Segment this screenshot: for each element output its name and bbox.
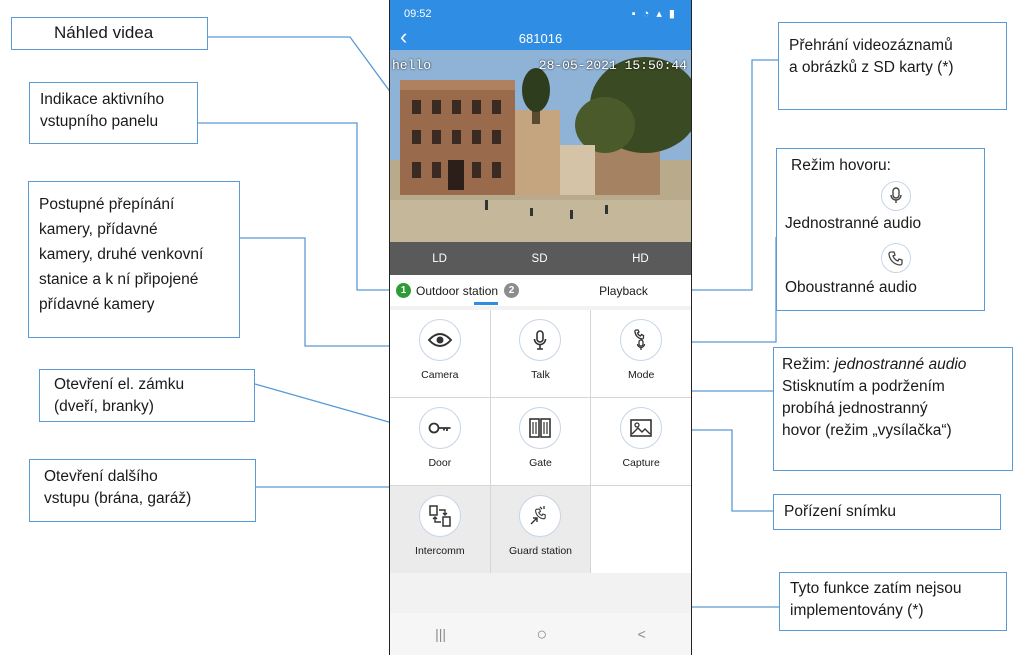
guard-icon bbox=[519, 495, 562, 537]
callout-call-mode: Režim hovoru: Jednostranné audio Oboustr… bbox=[776, 148, 985, 311]
callout-not-implemented: Tyto funkce zatím nejsou implementovány … bbox=[779, 572, 1007, 631]
intercomm-label: Intercomm bbox=[415, 545, 465, 557]
callout-text: Tyto funkce zatím nejsou bbox=[790, 580, 962, 597]
door-label: Door bbox=[428, 457, 452, 469]
talk-label: Talk bbox=[531, 369, 550, 381]
status-bar: 09:52 ▪ ◔ ▴ ▮ bbox=[390, 0, 691, 27]
capture-label: Capture bbox=[622, 457, 660, 469]
video-frame-image bbox=[390, 50, 691, 242]
callout-text: Přehrání videozáznamů bbox=[789, 37, 953, 54]
callout-text: přídavné kamery bbox=[39, 296, 155, 313]
callout-text: vstupu (brána, garáž) bbox=[44, 490, 192, 507]
guard-station-button[interactable]: Guard station bbox=[490, 486, 591, 573]
intercomm-button[interactable]: Intercomm bbox=[390, 486, 490, 573]
video-preview[interactable]: hello 28-05-2021 15:50:44 bbox=[390, 50, 691, 242]
quality-selector: LD SD HD bbox=[390, 242, 691, 275]
quality-sd-button[interactable]: SD bbox=[532, 253, 548, 265]
microphone-icon bbox=[519, 319, 562, 361]
osd-datetime: 28-05-2021 15:50:44 bbox=[538, 58, 687, 73]
station-2-badge[interactable]: 2 bbox=[504, 283, 520, 298]
callout-text: Postupné přepínání bbox=[39, 196, 175, 213]
callout-title: Režim hovoru: bbox=[791, 157, 891, 174]
callout-text: Indikace aktivního bbox=[40, 91, 165, 108]
capture-button[interactable]: Capture bbox=[591, 398, 691, 485]
one-way-icon bbox=[881, 181, 911, 211]
two-way-icon bbox=[881, 243, 911, 273]
empty-cell bbox=[591, 486, 691, 573]
android-nav-bar: ||| ○ < bbox=[390, 613, 691, 655]
tab-bar: 1 Outdoor station 2 Playback bbox=[390, 275, 691, 306]
talk-button[interactable]: Talk bbox=[490, 310, 591, 397]
callout-gate-open: Otevření dalšího vstupu (brána, garáž) bbox=[29, 459, 256, 522]
callout-text: Stisknutím a podržením bbox=[782, 378, 945, 395]
callout-text: kamery, přídavné bbox=[39, 221, 158, 238]
gate-icon bbox=[519, 407, 562, 449]
tab-outdoor-station-label: Outdoor station bbox=[416, 283, 499, 298]
callout-one-way: Jednostranné audio bbox=[785, 215, 922, 232]
quality-hd-button[interactable]: HD bbox=[632, 253, 649, 265]
callout-text: Otevření dalšího bbox=[44, 468, 158, 485]
phone-screen: 09:52 ▪ ◔ ▴ ▮ ‹ 681016 hello 28-05-2021 … bbox=[389, 0, 692, 655]
back-button[interactable]: < bbox=[638, 626, 646, 642]
callout-door-open: Otevření el. zámku (dveří, branky) bbox=[39, 369, 255, 422]
tab-active-indicator bbox=[474, 302, 498, 305]
phone-mic-icon bbox=[620, 319, 663, 361]
callout-text: jednostranné audio bbox=[834, 356, 967, 373]
callout-video-preview: Náhled videa bbox=[11, 17, 208, 50]
callout-two-way: Oboustranné audio bbox=[785, 279, 917, 296]
guard-station-label: Guard station bbox=[508, 545, 573, 557]
app-bar: ‹ 681016 bbox=[390, 25, 691, 50]
key-icon bbox=[418, 407, 461, 449]
function-grid: Camera Talk Mode Door Gate Capture Inter… bbox=[390, 310, 691, 573]
callout-text: kamery, druhé venkovní bbox=[39, 246, 204, 263]
callout-talk-title: Režim: jednostranné audio bbox=[782, 354, 1004, 376]
callout-playback: Přehrání videozáznamů a obrázků z SD kar… bbox=[778, 22, 1007, 110]
image-icon bbox=[620, 407, 663, 449]
gate-label: Gate bbox=[529, 457, 552, 469]
line-camera-switch bbox=[240, 237, 410, 347]
mode-button[interactable]: Mode bbox=[591, 310, 691, 397]
home-button[interactable]: ○ bbox=[536, 624, 547, 645]
camera-label: Camera bbox=[421, 369, 459, 381]
gate-button[interactable]: Gate bbox=[490, 398, 591, 485]
callout-active-panel: Indikace aktivního vstupního panelu bbox=[29, 82, 198, 144]
status-icons: ▪ ◔ ▴ ▮ bbox=[631, 8, 677, 20]
callout-text: probíhá jednostranný bbox=[782, 400, 928, 417]
osd-name: hello bbox=[392, 58, 432, 73]
callout-talk-mode: Režim: jednostranné audio Stisknutím a p… bbox=[773, 347, 1013, 471]
callout-text: stanice a k ní připojené bbox=[39, 271, 199, 288]
callout-text: a obrázků z SD karty (*) bbox=[789, 59, 954, 76]
mode-label: Mode bbox=[628, 369, 655, 381]
callout-text: Režim: bbox=[782, 356, 835, 373]
line-preview bbox=[208, 36, 406, 113]
door-button[interactable]: Door bbox=[390, 398, 490, 485]
recent-apps-button[interactable]: ||| bbox=[435, 626, 446, 642]
callout-text: (dveří, branky) bbox=[54, 398, 154, 415]
callout-text: Náhled videa bbox=[54, 23, 154, 42]
callout-text: Otevření el. zámku bbox=[54, 376, 185, 393]
callout-capture: Pořízení snímku bbox=[773, 494, 1001, 530]
callout-text: hovor (režim „vysílačka“) bbox=[782, 422, 952, 439]
camera-button[interactable]: Camera bbox=[390, 310, 490, 397]
back-arrow-icon[interactable]: ‹ bbox=[400, 25, 407, 49]
station-1-badge: 1 bbox=[396, 283, 411, 298]
page-title: 681016 bbox=[518, 31, 563, 46]
callout-text: Pořízení snímku bbox=[784, 503, 896, 520]
intercom-icon bbox=[418, 495, 461, 537]
line-door bbox=[254, 383, 411, 429]
callout-camera-switch: Postupné přepínání kamery, přídavné kame… bbox=[28, 181, 240, 338]
status-time: 09:52 bbox=[404, 7, 432, 20]
quality-ld-button[interactable]: LD bbox=[432, 253, 447, 265]
callout-text: vstupního panelu bbox=[40, 113, 159, 130]
eye-icon bbox=[418, 319, 461, 361]
tab-playback-label: Playback bbox=[599, 283, 648, 298]
tab-outdoor-station[interactable]: 1 Outdoor station 2 bbox=[390, 283, 556, 298]
tab-playback[interactable]: Playback bbox=[556, 284, 691, 298]
callout-text: implementovány (*) bbox=[790, 602, 924, 619]
